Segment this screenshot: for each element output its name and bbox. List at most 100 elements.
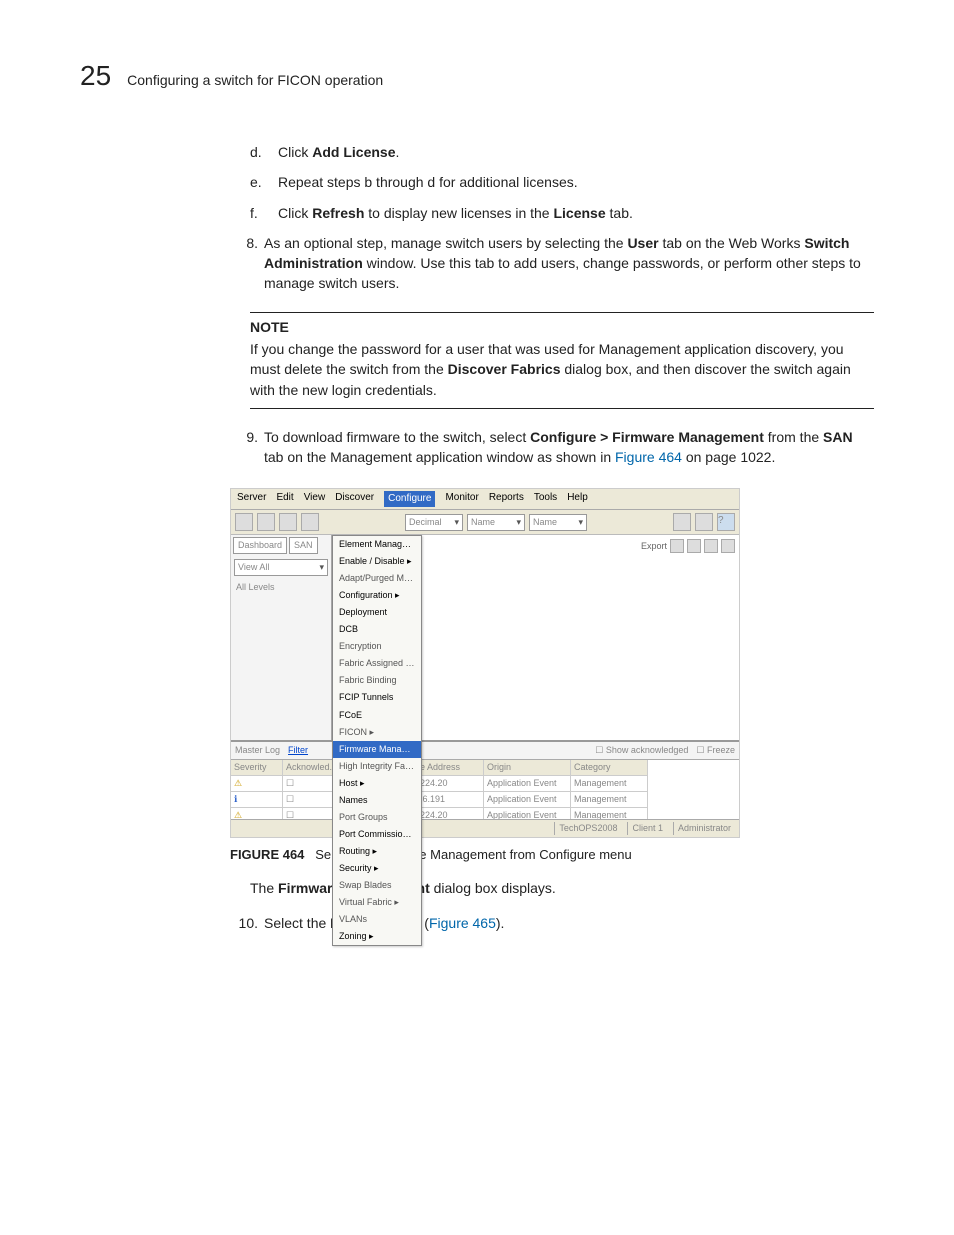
menu-item-encryption: Encryption: [333, 638, 421, 655]
show-ack-checkbox[interactable]: Show acknowledged: [595, 744, 688, 757]
cell: Management: [571, 776, 648, 792]
toolbar: Decimal Name Name ?: [231, 510, 739, 535]
menu-item-port-commissioning[interactable]: Port Commissioning ▸: [333, 826, 421, 843]
toolbar-icon[interactable]: [235, 513, 253, 531]
menu-reports[interactable]: Reports: [489, 491, 524, 508]
toolbar-icon[interactable]: [695, 513, 713, 531]
list-text: As an optional step, manage switch users…: [264, 233, 874, 294]
menu-item-enable-disable[interactable]: Enable / Disable ▸: [333, 553, 421, 570]
table-row[interactable]: ⚠☐Te224.20Application EventManagement: [231, 776, 739, 792]
decimal-dropdown[interactable]: Decimal: [405, 514, 463, 531]
menu-item-configuration[interactable]: Configuration ▸: [333, 587, 421, 604]
menu-item-deployment[interactable]: Deployment: [333, 604, 421, 621]
bold-text: SAN: [823, 429, 853, 445]
cell: Management: [571, 792, 648, 808]
menu-item-ficon: FICON ▸: [333, 724, 421, 741]
sidebar: Dashboard SAN View All All Levels: [231, 535, 332, 740]
cell: 224.20: [417, 808, 484, 819]
list-marker: f.: [250, 203, 278, 223]
bold-text: User: [627, 235, 658, 251]
status-segment: Client 1: [627, 822, 667, 835]
menu-item-security[interactable]: Security ▸: [333, 860, 421, 877]
tab-san[interactable]: SAN: [289, 537, 318, 554]
configure-menu[interactable]: Element Manager ▸Enable / Disable ▸Adapt…: [332, 535, 422, 946]
note-label: NOTE: [250, 317, 874, 337]
cell: Management: [571, 808, 648, 819]
export-label[interactable]: Export: [641, 540, 667, 553]
column-header[interactable]: e Address: [417, 760, 484, 776]
cell: .6.191: [417, 792, 484, 808]
menu-item-zoning[interactable]: Zoning ▸: [333, 928, 421, 945]
menu-item-fabric-assigned-wwn: Fabric Assigned WWN: [333, 655, 421, 672]
master-log-panel: Master Log Filter Show acknowledged Free…: [231, 740, 739, 837]
name-dropdown[interactable]: Name: [529, 514, 587, 531]
column-header[interactable]: Category: [571, 760, 648, 776]
view-all-dropdown[interactable]: View All: [234, 559, 328, 576]
freeze-checkbox[interactable]: Freeze: [696, 744, 735, 757]
master-log-header: Master Log Filter Show acknowledged Free…: [231, 742, 739, 759]
menu-view[interactable]: View: [304, 491, 326, 508]
menu-item-adapt-purged-mgmt: Adapt/Purged Mgmt: [333, 570, 421, 587]
menu-item-host[interactable]: Host ▸: [333, 775, 421, 792]
layout-icon[interactable]: [721, 539, 735, 553]
toolbar-icon[interactable]: [257, 513, 275, 531]
cell: ℹ: [231, 792, 283, 808]
table-row[interactable]: ℹ☐Ad.6.191Application EventManagement: [231, 792, 739, 808]
column-header[interactable]: Severity: [231, 760, 283, 776]
toolbar-icon[interactable]: [301, 513, 319, 531]
menu-monitor[interactable]: Monitor: [445, 491, 478, 508]
menu-item-element-manager[interactable]: Element Manager ▸: [333, 536, 421, 553]
figure-link[interactable]: Figure 464: [615, 449, 682, 465]
note-text: If you change the password for a user th…: [250, 339, 874, 400]
page-header: 25 Configuring a switch for FICON operat…: [80, 60, 874, 92]
menu-item-routing[interactable]: Routing ▸: [333, 843, 421, 860]
tab-dashboard[interactable]: Dashboard: [233, 537, 287, 554]
menu-tools[interactable]: Tools: [534, 491, 557, 508]
toolbar-icon[interactable]: [673, 513, 691, 531]
cell: ⚠: [231, 808, 283, 819]
step-9: 9. To download firmware to the switch, s…: [230, 427, 874, 468]
table-row[interactable]: ⚠☐Te224.20Application EventManagement: [231, 808, 739, 819]
column-header[interactable]: Origin: [484, 760, 571, 776]
list-marker: 10.: [230, 913, 264, 933]
figure-link[interactable]: Figure 465: [429, 915, 496, 931]
zoom-in-icon[interactable]: [670, 539, 684, 553]
step-10: 10. Select the Download tab (Figure 465)…: [230, 913, 874, 933]
master-log-grid: SeverityAcknowled...Soe AddressOriginCat…: [231, 759, 739, 819]
menu-item-port-groups: Port Groups: [333, 809, 421, 826]
menu-item-firmware-management[interactable]: Firmware Management: [333, 741, 421, 758]
menu-item-dcb[interactable]: DCB: [333, 621, 421, 638]
bold-text: Discover Fabrics: [448, 361, 561, 377]
menubar[interactable]: Server Edit View Discover Configure Monitor Re…: [231, 489, 739, 511]
menu-discover[interactable]: Discover: [335, 491, 374, 508]
grid-body: ⚠☐Te224.20Application EventManagementℹ☐A…: [231, 776, 739, 819]
menu-item-swap-blades: Swap Blades: [333, 877, 421, 894]
text: tab.: [606, 205, 633, 221]
menu-item-fcoe[interactable]: FCoE: [333, 707, 421, 724]
note-rule-top: [250, 312, 874, 313]
substep-e: e. Repeat steps b through d for addition…: [250, 172, 874, 192]
filter-link[interactable]: Filter: [288, 744, 308, 757]
menu-server[interactable]: Server: [237, 491, 266, 508]
menu-help[interactable]: Help: [567, 491, 588, 508]
list-text: Click Refresh to display new licenses in…: [278, 203, 874, 223]
zoom-out-icon[interactable]: [687, 539, 701, 553]
menu-configure[interactable]: Configure: [384, 491, 435, 508]
fit-icon[interactable]: [704, 539, 718, 553]
list-marker: 8.: [230, 233, 264, 294]
list-marker: d.: [250, 142, 278, 162]
toolbar-icon[interactable]: [279, 513, 297, 531]
help-icon[interactable]: ?: [717, 513, 735, 531]
name-dropdown[interactable]: Name: [467, 514, 525, 531]
menu-item-names[interactable]: Names: [333, 792, 421, 809]
text: Select the: [264, 915, 330, 931]
bold-text: License: [553, 205, 605, 221]
list-marker: 9.: [230, 427, 264, 468]
menu-edit[interactable]: Edit: [276, 491, 293, 508]
status-segment: TechOPS2008: [554, 822, 621, 835]
bold-text: Refresh: [312, 205, 364, 221]
text: As an optional step, manage switch users…: [264, 235, 627, 251]
text: To download firmware to the switch, sele…: [264, 429, 530, 445]
menu-item-fcip-tunnels[interactable]: FCIP Tunnels: [333, 689, 421, 706]
bold-text: Configure > Firmware Management: [530, 429, 764, 445]
